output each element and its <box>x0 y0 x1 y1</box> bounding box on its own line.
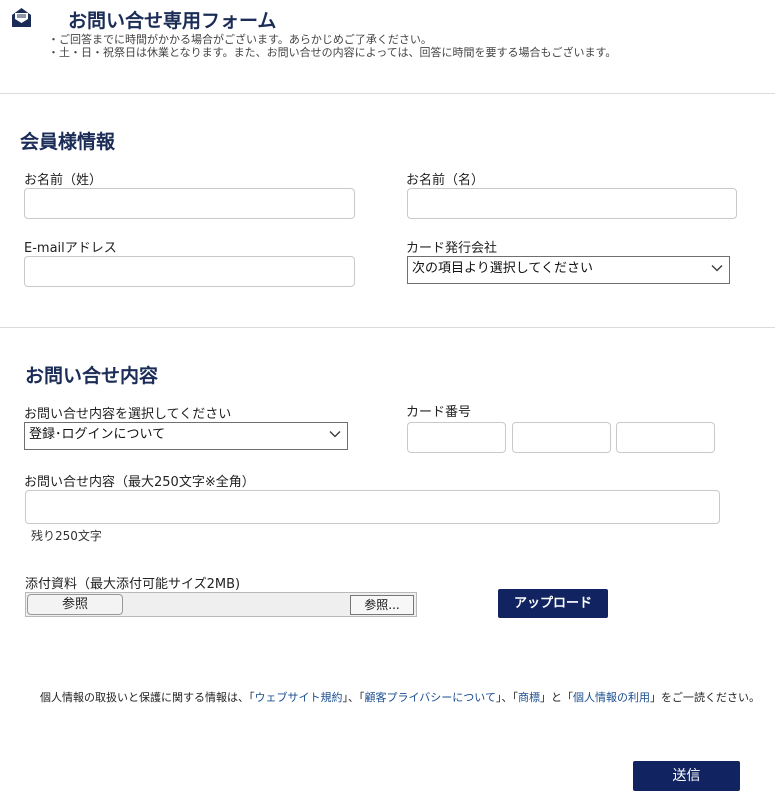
chevron-down-icon <box>329 431 341 438</box>
upload-button[interactable]: アップロード <box>498 589 608 618</box>
trademark-link[interactable]: 商標 <box>518 691 540 704</box>
divider <box>0 93 775 94</box>
inquiry-type-selected: 登録･ログインについて <box>29 427 166 442</box>
last-name-input[interactable] <box>24 188 355 219</box>
card-number-input-2[interactable] <box>512 422 611 453</box>
email-label: E-mailアドレス <box>24 241 117 256</box>
card-number-input-3[interactable] <box>616 422 715 453</box>
card-number-label: カード番号 <box>406 405 472 420</box>
attachment-label: 添付資料（最大添付可能サイズ2MB) <box>25 577 241 592</box>
inquiry-type-label: お問い合せ内容を選択してください <box>24 407 232 422</box>
file-input[interactable]: 参照 参照... <box>25 592 417 617</box>
submit-button[interactable]: 送信 <box>633 761 740 791</box>
privacy-text: 」をご一読ください。 <box>649 691 760 704</box>
first-name-label: お名前（名） <box>406 173 485 188</box>
page-title: お問い合せ専用フォーム <box>68 10 277 32</box>
last-name-label: お名前（姓） <box>24 173 103 188</box>
personal-info-use-link[interactable]: 個人情報の利用 <box>573 691 650 704</box>
website-terms-link[interactable]: ウェブサイト規約 <box>255 691 343 704</box>
privacy-text: 」と「 <box>539 691 573 704</box>
member-section-title: 会員様情報 <box>20 131 116 153</box>
card-company-label: カード発行会社 <box>406 241 498 256</box>
privacy-text: 個人情報の取扱いと保護に関する情報は、「 <box>40 691 255 704</box>
remaining-characters: 残り250文字 <box>31 529 102 543</box>
card-company-select[interactable]: 次の項目より選択してください <box>407 256 730 284</box>
inquiry-content-textarea[interactable] <box>25 490 720 524</box>
email-input[interactable] <box>24 256 355 287</box>
privacy-notice: 個人情報の取扱いと保護に関する情報は、「ウェブサイト規約」、「顧客プライバシーに… <box>40 689 760 705</box>
card-number-input-1[interactable] <box>407 422 506 453</box>
privacy-text: 」、「 <box>495 691 518 704</box>
browse-button[interactable]: 参照 <box>27 594 123 615</box>
inquiry-content-label: お問い合せ内容（最大250文字※全角） <box>24 475 255 490</box>
chevron-down-icon <box>711 265 723 272</box>
envelope-icon <box>12 8 31 27</box>
customer-privacy-link[interactable]: 顧客プライバシーについて <box>365 691 496 704</box>
card-company-selected: 次の項目より選択してください <box>412 261 593 276</box>
notice-line-1: ・ご回答までに時間がかかる場合がございます。あらかじめご了承ください。 <box>48 33 432 46</box>
inquiry-type-select[interactable]: 登録･ログインについて <box>24 422 348 450</box>
notice-line-2: ・土・日・祝祭日は休業となります。また、お問い合せの内容によっては、回答に時間を… <box>48 46 617 59</box>
divider <box>0 327 775 328</box>
inquiry-section-title: お問い合せ内容 <box>25 365 159 387</box>
browse-button-secondary[interactable]: 参照... <box>350 595 414 615</box>
first-name-input[interactable] <box>407 188 737 219</box>
privacy-text: 」、「 <box>342 691 365 704</box>
